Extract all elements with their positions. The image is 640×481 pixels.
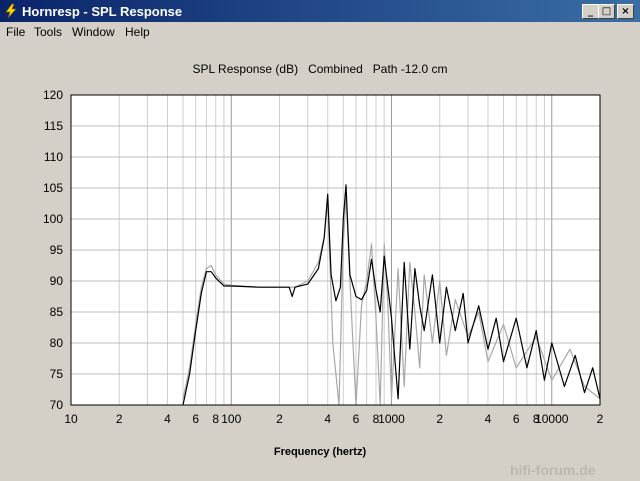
x-tick-label: 6	[192, 412, 199, 426]
spl-response-chart: 12011511010510095908580757010 2 4 6 8 100 2 4 6 8…	[43, 88, 604, 426]
x-tick-label: 6	[513, 412, 520, 426]
x-tick-label: 4	[164, 412, 171, 426]
x-tick-label: 10	[64, 412, 78, 426]
x-tick-label: 2	[116, 412, 123, 426]
y-tick-label: 120	[43, 88, 63, 102]
y-tick-label: 70	[50, 398, 64, 412]
y-tick-label: 85	[50, 305, 64, 319]
x-tick-label: 2	[436, 412, 443, 426]
y-tick-label: 95	[50, 243, 64, 257]
x-tick-label: 4	[485, 412, 492, 426]
x-tick-label: 100	[221, 412, 241, 426]
x-tick-label: 2	[276, 412, 283, 426]
x-tick-label: 8	[212, 412, 219, 426]
x-tick-label: 6	[353, 412, 360, 426]
watermark: hifi-forum.de	[510, 462, 596, 478]
x-tick-label: 4	[324, 412, 331, 426]
x-tick-label: 10000	[535, 412, 569, 426]
x-tick-label: 2	[597, 412, 604, 426]
y-tick-label: 80	[50, 336, 64, 350]
y-tick-label: 110	[44, 150, 63, 164]
x-axis-label: Frequency (hertz)	[273, 446, 367, 458]
y-tick-label: 105	[43, 181, 63, 195]
y-tick-label: 90	[50, 274, 64, 288]
y-tick-label: 75	[50, 367, 64, 381]
y-tick-label: 115	[44, 119, 63, 133]
y-tick-label: 100	[43, 212, 63, 226]
x-tick-label: 1000	[378, 412, 405, 426]
